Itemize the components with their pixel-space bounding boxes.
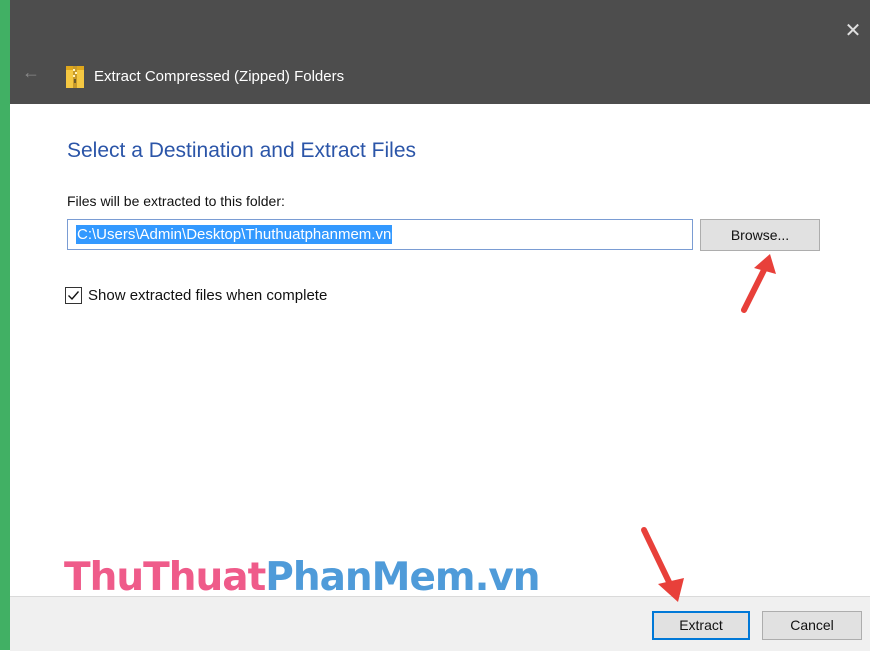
site-watermark: ThuThuatPhanMem.vn — [64, 553, 541, 603]
watermark-part-2: PhanMem — [265, 555, 475, 600]
annotation-arrow-down-icon — [641, 527, 684, 602]
close-icon[interactable]: ✕ — [842, 20, 864, 42]
destination-path-input[interactable]: C:\Users\Admin\Desktop\Thuthuatphanmem.v… — [67, 219, 693, 250]
watermark-part-1: ThuThuat — [64, 555, 266, 600]
destination-label: Files will be extracted to this folder: — [67, 193, 285, 209]
destination-path-text: C:\Users\Admin\Desktop\Thuthuatphanmem.v… — [76, 225, 393, 244]
show-files-checkbox[interactable] — [65, 287, 82, 304]
browse-button[interactable]: Browse... — [700, 219, 820, 251]
cancel-button[interactable]: Cancel — [762, 611, 862, 640]
show-files-label[interactable]: Show extracted files when complete — [88, 287, 327, 305]
back-arrow-icon[interactable]: ← — [22, 62, 42, 82]
zip-folder-icon — [66, 66, 84, 88]
watermark-part-3: .vn — [474, 555, 541, 600]
dialog-window: ✕ ← Extract Compressed (Zipped) Folders … — [0, 0, 870, 651]
page-title: Select a Destination and Extract Files — [67, 139, 417, 162]
annotation-arrow-up-icon — [741, 254, 776, 313]
extract-button[interactable]: Extract — [652, 611, 750, 640]
title-bar: ✕ ← Extract Compressed (Zipped) Folders — [10, 0, 870, 104]
checkmark-icon — [68, 291, 80, 301]
window-title: Extract Compressed (Zipped) Folders — [94, 68, 345, 85]
